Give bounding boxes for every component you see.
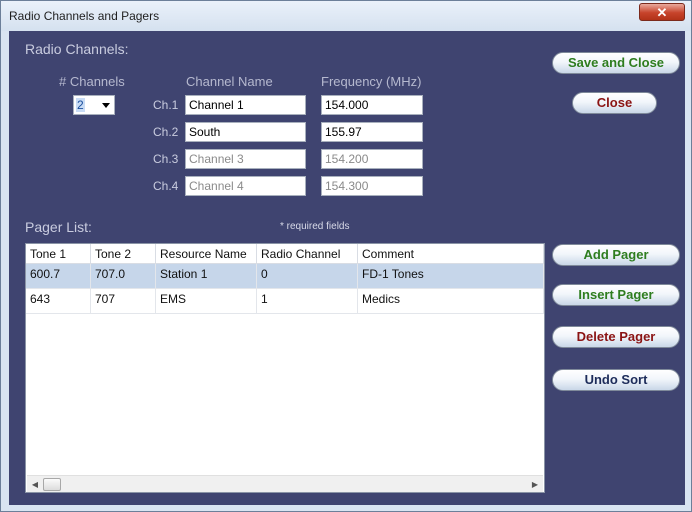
table-row[interactable]: 643 707 EMS 1 Medics <box>26 289 544 314</box>
channel-2-name-input[interactable] <box>185 122 306 142</box>
horizontal-scrollbar[interactable]: ◀ ▶ <box>27 475 543 492</box>
cell-resource-name[interactable]: Station 1 <box>156 264 257 289</box>
channels-count-label: # Channels <box>59 74 125 89</box>
channels-count-select[interactable]: 2 <box>73 95 115 115</box>
cell-comment[interactable]: Medics <box>358 289 544 314</box>
cell-resource-name[interactable]: EMS <box>156 289 257 314</box>
scroll-thumb[interactable] <box>43 478 61 491</box>
column-header-tone2[interactable]: Tone 2 <box>91 244 156 264</box>
column-header-resource-name[interactable]: Resource Name <box>156 244 257 264</box>
scroll-right-icon[interactable]: ▶ <box>527 476 543 492</box>
cell-comment[interactable]: FD-1 Tones <box>358 264 544 289</box>
channel-2-frequency-input[interactable] <box>321 122 423 142</box>
channel-row-label: Ch.4 <box>153 179 179 193</box>
cell-radio-channel[interactable]: 0 <box>257 264 358 289</box>
column-header-comment[interactable]: Comment <box>358 244 544 264</box>
channel-4-frequency-input <box>321 176 423 196</box>
delete-pager-button[interactable]: Delete Pager <box>552 326 680 348</box>
radio-channels-heading: Radio Channels: <box>25 41 129 57</box>
pager-list-heading: Pager List: <box>25 219 92 235</box>
pager-grid[interactable]: Tone 1 Tone 2 Resource Name Radio Channe… <box>25 243 545 493</box>
close-button[interactable]: Close <box>572 92 657 114</box>
channel-3-frequency-input <box>321 149 423 169</box>
scroll-left-icon[interactable]: ◀ <box>27 476 43 492</box>
required-fields-note: * required fields <box>280 221 350 232</box>
cell-tone2[interactable]: 707.0 <box>91 264 156 289</box>
undo-sort-button[interactable]: Undo Sort <box>552 369 680 391</box>
client-area: Radio Channels: # Channels Channel Name … <box>9 31 685 505</box>
channel-4-name-input <box>185 176 306 196</box>
column-header-tone1[interactable]: Tone 1 <box>26 244 91 264</box>
dialog-window: Radio Channels and Pagers ✕ Radio Channe… <box>0 0 692 512</box>
window-close-button[interactable]: ✕ <box>639 3 685 21</box>
cell-tone2[interactable]: 707 <box>91 289 156 314</box>
add-pager-button[interactable]: Add Pager <box>552 244 680 266</box>
channels-count-value: 2 <box>76 98 85 112</box>
channel-row-label: Ch.3 <box>153 152 179 166</box>
channel-name-header: Channel Name <box>186 74 273 89</box>
cell-tone1[interactable]: 643 <box>26 289 91 314</box>
frequency-header: Frequency (MHz) <box>321 74 422 89</box>
save-and-close-button[interactable]: Save and Close <box>552 52 680 74</box>
channel-row-label: Ch.2 <box>153 125 179 139</box>
window-title: Radio Channels and Pagers <box>9 9 160 23</box>
cell-tone1[interactable]: 600.7 <box>26 264 91 289</box>
channel-1-frequency-input[interactable] <box>321 95 423 115</box>
chevron-down-icon[interactable] <box>102 103 110 108</box>
table-row[interactable]: 600.7 707.0 Station 1 0 FD-1 Tones <box>26 264 544 289</box>
title-bar: Radio Channels and Pagers ✕ <box>1 1 691 31</box>
column-header-radio-channel[interactable]: Radio Channel <box>257 244 358 264</box>
channel-1-name-input[interactable] <box>185 95 306 115</box>
insert-pager-button[interactable]: Insert Pager <box>552 284 680 306</box>
channel-3-name-input <box>185 149 306 169</box>
channel-row-label: Ch.1 <box>153 98 179 112</box>
cell-radio-channel[interactable]: 1 <box>257 289 358 314</box>
